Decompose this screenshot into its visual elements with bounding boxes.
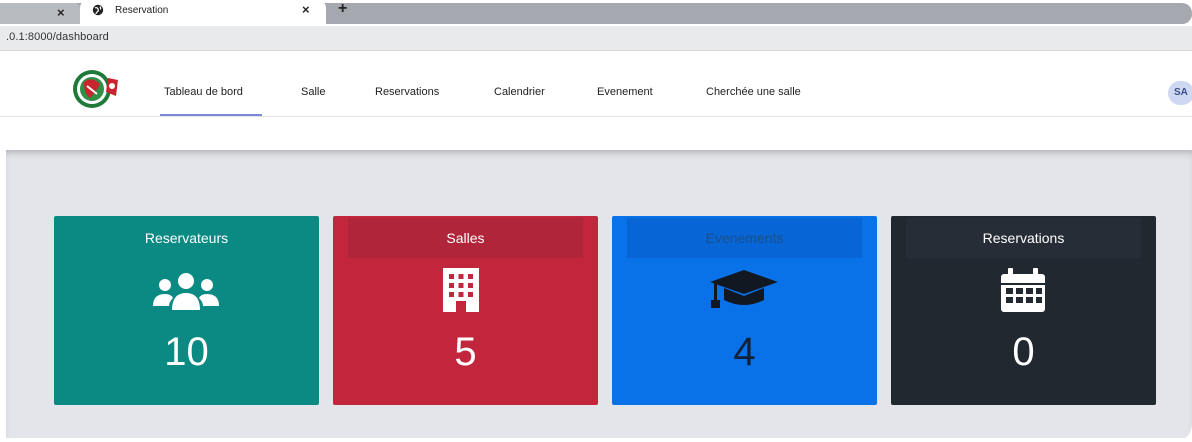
nav-evenement[interactable]: Evenement: [597, 86, 653, 98]
users-icon: [54, 266, 319, 316]
address-bar[interactable]: .0.1:8000/dashboard: [0, 26, 1192, 51]
dashboard-area: Reservateurs 10 Salles 5 Evenements 4 Re…: [6, 150, 1192, 438]
page-header-band: [0, 117, 1192, 150]
card-title: Reservations: [982, 230, 1065, 246]
tab-reservation[interactable]: Reservation ×: [80, 0, 326, 24]
user-avatar[interactable]: SA: [1168, 81, 1192, 105]
card-value: 10: [164, 330, 209, 374]
site-logo[interactable]: [70, 68, 122, 110]
nav-calendrier[interactable]: Calendrier: [494, 86, 545, 98]
card-value: 4: [733, 330, 756, 374]
card-value: 0: [1012, 330, 1035, 374]
globe-icon: [92, 4, 104, 19]
building-icon: [333, 266, 598, 316]
tab-previous[interactable]: ×: [0, 3, 80, 24]
nav-cherchee-une-salle[interactable]: Cherchée une salle: [706, 86, 801, 98]
new-tab-button[interactable]: +: [338, 0, 347, 18]
close-tab-icon[interactable]: ×: [57, 5, 65, 20]
close-tab-icon[interactable]: ×: [302, 2, 310, 17]
tab-strip: × Reservation × +: [0, 0, 1192, 26]
card-title: Reservateurs: [144, 230, 229, 246]
active-nav-indicator: [160, 114, 262, 116]
nav-salle[interactable]: Salle: [301, 86, 325, 98]
card-reservateurs[interactable]: Reservateurs 10: [54, 216, 319, 405]
card-header: Evenements: [627, 218, 862, 258]
card-header: Reservateurs: [69, 218, 304, 258]
graduation-cap-icon: [612, 266, 877, 316]
nav-tableau-de-bord[interactable]: Tableau de bord: [164, 86, 243, 98]
card-salles[interactable]: Salles 5: [333, 216, 598, 405]
card-reservations[interactable]: Reservations 0: [891, 216, 1156, 405]
tab-title: Reservation: [115, 5, 169, 16]
navbar: Tableau de bord Salle Reservations Calen…: [0, 60, 1192, 117]
card-header: Salles: [348, 218, 583, 258]
card-value: 5: [454, 330, 477, 374]
card-title: Evenements: [705, 230, 784, 246]
card-title: Salles: [446, 230, 485, 246]
card-header: Reservations: [906, 218, 1141, 258]
card-evenements[interactable]: Evenements 4: [612, 216, 877, 405]
avatar-initials: SA: [1174, 87, 1188, 98]
url-text[interactable]: .0.1:8000/dashboard: [6, 31, 109, 43]
calendar-icon: [891, 266, 1156, 316]
nav-reservations[interactable]: Reservations: [375, 86, 439, 98]
browser-window: × Reservation × + .0.1:8000/dashboard Ta…: [0, 0, 1192, 442]
